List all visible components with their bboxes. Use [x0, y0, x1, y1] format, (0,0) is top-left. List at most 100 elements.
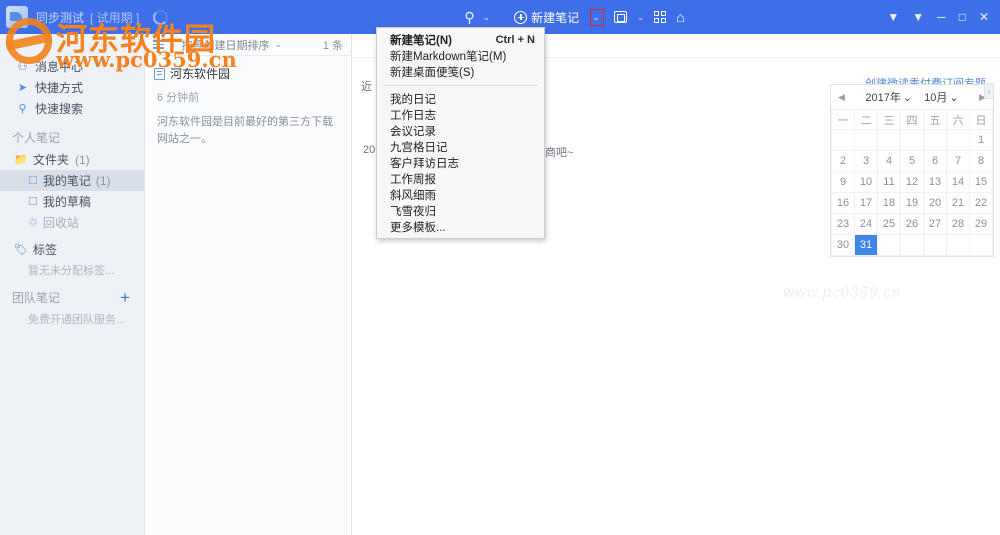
calendar-day-cell[interactable]: 2 [831, 150, 855, 172]
sidebar-item-folders[interactable]: 📁 文件夹 (1) [0, 149, 144, 170]
sidebar-item-shortcuts[interactable]: ➤ 快捷方式 [0, 77, 144, 98]
new-note-button[interactable]: 新建笔记 [514, 9, 579, 26]
sidebar-item-label: 我的笔记 [42, 174, 91, 188]
calendar-weekday: 一 [831, 109, 855, 130]
window-controls: ▼ ▼ ─ □ ✕ [887, 11, 1000, 23]
menu-item[interactable]: 新建桌面便笺(S) [377, 64, 544, 80]
editor-text-fragment-left: 近 [361, 81, 372, 93]
menu-item[interactable]: 九宫格日记 [377, 139, 544, 155]
collapse-icon[interactable]: ▼ [912, 11, 924, 23]
view-chevron-down-icon[interactable]: ⌄ [169, 39, 177, 50]
sidebar-item-my-drafts[interactable]: ☐ 我的草稿 [0, 191, 144, 212]
home-icon[interactable]: ⌂ [676, 10, 684, 24]
calendar-day-cell[interactable]: 10 [854, 171, 878, 193]
menu-item[interactable]: 更多模板... [377, 219, 544, 235]
calendar-prev-icon[interactable]: ◀ [838, 92, 845, 103]
chevron-down-icon: ⌄ [592, 11, 600, 22]
sort-label[interactable]: 按照创建日期排序 [182, 37, 270, 53]
app-logo-icon [6, 6, 28, 28]
calendar-day-cell[interactable]: 13 [923, 171, 947, 193]
calendar-day-cell[interactable]: 25 [877, 213, 901, 235]
sidebar-group-personal: 个人笔记 [12, 130, 61, 145]
calendar-empty-cell [854, 129, 878, 151]
menu-item[interactable]: 新建Markdown笔记(M) [377, 48, 544, 64]
menu-item[interactable]: 客户拜访日志 [377, 155, 544, 171]
menu-item-label: 新建Markdown笔记(M) [390, 51, 507, 63]
calendar-week-row: 23 24 25 26 27 28 29 [831, 213, 993, 235]
calendar-day-cell[interactable]: 30 [831, 234, 855, 256]
calendar-day-cell[interactable]: 23 [831, 213, 855, 235]
search-chevron-down-icon[interactable]: ⌄ [483, 12, 491, 23]
sidebar-item-label: 文件夹 [33, 153, 70, 167]
new-note-dropdown-toggle[interactable]: ⌄ [590, 8, 604, 26]
sidebar-item-quicksearch[interactable]: ⚲ 快速搜索 [0, 98, 144, 119]
calendar-scroll-handle[interactable]: › [984, 83, 994, 99]
calendar-day-cell[interactable]: 9 [831, 171, 855, 193]
calendar-day-cell[interactable]: 24 [854, 213, 878, 235]
search-control[interactable]: ⚲ ⌄ [464, 9, 490, 26]
calendar-day-cell[interactable]: 29 [969, 213, 993, 235]
calendar-day-cell[interactable]: 20 [923, 192, 947, 214]
add-team-icon[interactable]: + [120, 289, 130, 306]
calendar-empty-cell [877, 129, 901, 151]
calendar-day-cell[interactable]: 3 [854, 150, 878, 172]
menu-item[interactable]: 新建笔记(N) Ctrl + N [377, 32, 544, 48]
minimize-button[interactable]: ─ [937, 11, 946, 23]
calendar-day-cell[interactable]: 12 [900, 171, 924, 193]
calendar-empty-cell [900, 234, 924, 256]
note-count: 1 条 [322, 39, 343, 52]
layout-expand-icon[interactable] [613, 11, 627, 23]
calendar-day-cell[interactable]: 7 [946, 150, 970, 172]
sidebar-item-messages[interactable]: ⚇ 消息中心 [0, 56, 144, 77]
sort-chevron-down-icon[interactable]: ⌄ [275, 39, 283, 50]
calendar-day-cell[interactable]: 31 [854, 234, 878, 256]
calendar-weekday: 三 [877, 109, 901, 130]
search-icon[interactable]: ⚲ [464, 9, 474, 26]
layout-chevron-down-icon[interactable]: ⌄ [637, 12, 645, 23]
menu-separator [383, 85, 538, 86]
calendar-day-cell[interactable]: 18 [877, 192, 901, 214]
menu-item[interactable]: 我的日记 [377, 91, 544, 107]
calendar-day-cell[interactable]: 17 [854, 192, 878, 214]
calendar-day-cell[interactable]: 6 [923, 150, 947, 172]
calendar-day-cell[interactable]: 21 [946, 192, 970, 214]
maximize-button[interactable]: □ [959, 11, 966, 23]
month-chevron-down-icon: ⌄ [949, 92, 959, 104]
calendar-day-cell[interactable]: 27 [923, 213, 947, 235]
editor-watermark: www.pc0359.cn [783, 284, 902, 301]
calendar-day-cell[interactable]: 1 [969, 129, 993, 151]
sidebar-item-trash[interactable]: ♲ 回收站 [0, 212, 144, 233]
calendar-day-cell[interactable]: 8 [969, 150, 993, 172]
menu-item[interactable]: 斜风细雨 [377, 187, 544, 203]
calendar-month-select[interactable]: 10月 ⌄ [924, 89, 958, 105]
sidebar-item-my-notes[interactable]: ☐ 我的笔记 (1) [0, 170, 144, 191]
calendar-day-cell[interactable]: 5 [900, 150, 924, 172]
menu-item-label: 会议记录 [390, 126, 436, 138]
calendar-year-select[interactable]: 2017年 ⌄ [865, 89, 912, 105]
list-item[interactable]: 河东软件园 6 分钟前 河东软件园是目前最好的第三方下载网站之一。 [146, 56, 351, 157]
calendar-day-cell[interactable]: 19 [900, 192, 924, 214]
calendar-day-cell[interactable]: 16 [831, 192, 855, 214]
sidebar-item-tags[interactable]: 🏷 标签 [0, 239, 144, 260]
list-view-icon[interactable] [153, 40, 164, 49]
menu-item[interactable]: 会议记录 [377, 123, 544, 139]
calendar-day-cell[interactable]: 4 [877, 150, 901, 172]
trash-icon: ♲ [28, 217, 38, 229]
calendar-day-cell[interactable]: 15 [969, 171, 993, 193]
calendar-weekday: 六 [946, 109, 970, 130]
calendar-day-cell[interactable]: 28 [946, 213, 970, 235]
team-hint[interactable]: 免费开通团队服务... [0, 309, 144, 328]
my-notes-count: (1) [95, 173, 111, 188]
grid-view-icon[interactable] [654, 11, 667, 23]
calendar-day-cell[interactable]: 22 [969, 192, 993, 214]
calendar-day-cell[interactable]: 26 [900, 213, 924, 235]
menu-item[interactable]: 飞雪夜归 [377, 203, 544, 219]
menu-item[interactable]: 工作周报 [377, 171, 544, 187]
sidebar-group-team: 团队笔记 + [0, 285, 144, 309]
pin-icon[interactable]: ▼ [887, 11, 899, 23]
toolbar: 新建笔记 ⌄ ⌄ ⌂ [514, 8, 685, 26]
menu-item[interactable]: 工作日志 [377, 107, 544, 123]
close-button[interactable]: ✕ [979, 11, 989, 23]
calendar-day-cell[interactable]: 11 [877, 171, 901, 193]
calendar-day-cell[interactable]: 14 [946, 171, 970, 193]
